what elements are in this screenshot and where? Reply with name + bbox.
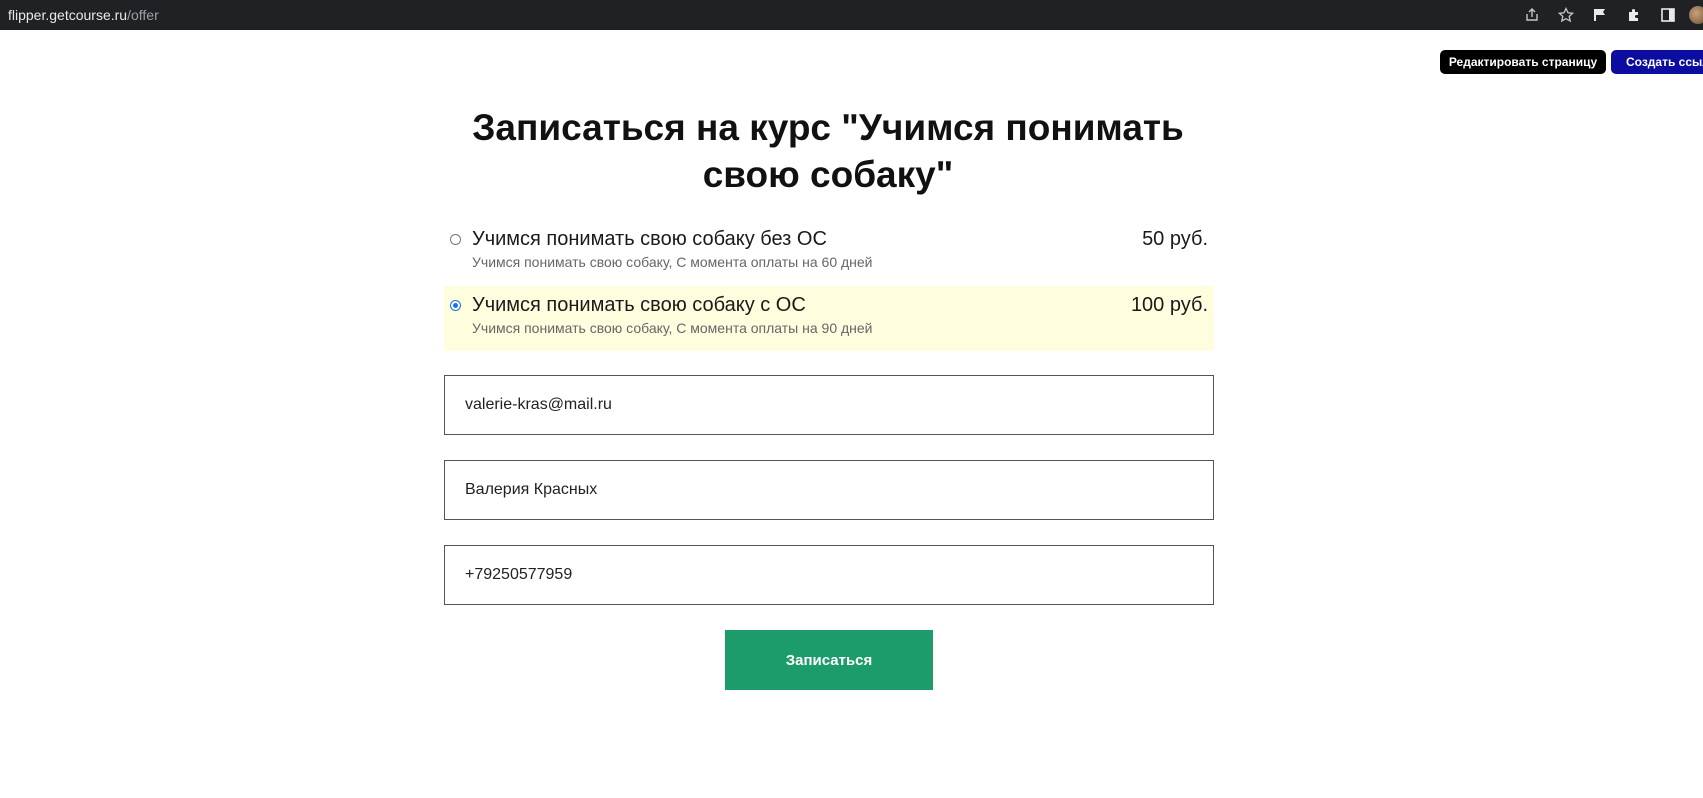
offer-2-name: Учимся понимать свою собаку с ОС [472, 293, 806, 316]
offer-option-1[interactable]: Учимся понимать свою собаку без ОС 50 ру… [444, 220, 1214, 283]
offer-1-radio[interactable] [450, 233, 461, 245]
offer-1-description: Учимся понимать свою собаку, С момента о… [472, 254, 873, 270]
offer-1-price: 50 руб. [1142, 227, 1208, 250]
address-bar[interactable]: flipper.getcourse.ru/offer [8, 7, 159, 23]
browser-actions [1515, 0, 1703, 30]
offer-option-2[interactable]: Учимся понимать свою собаку с ОС 100 руб… [444, 286, 1214, 351]
submit-button[interactable]: Записаться [725, 630, 933, 690]
profile-avatar[interactable] [1685, 0, 1703, 30]
phone-field[interactable]: +79250577959 [444, 545, 1214, 605]
name-field[interactable]: Валерия Красных [444, 460, 1214, 520]
email-field[interactable]: valerie-kras@mail.ru [444, 375, 1214, 435]
offer-2-price: 100 руб. [1130, 293, 1208, 316]
url-path: /offer [127, 7, 159, 23]
side-panel-icon[interactable] [1651, 0, 1685, 30]
url-host: flipper.getcourse.ru [8, 7, 128, 23]
share-icon[interactable] [1515, 0, 1549, 30]
page-title: Записаться на курс "Учимся понимать свою… [472, 107, 1184, 195]
offer-2-radio[interactable] [450, 299, 461, 311]
browser-toolbar: flipper.getcourse.ru/offer [0, 0, 1703, 30]
offer-2-description: Учимся понимать свою собаку, С момента о… [472, 320, 873, 336]
puzzle-icon[interactable] [1617, 0, 1651, 30]
offer-1-name: Учимся понимать свою собаку без ОС [472, 227, 827, 250]
avatar-image [1689, 6, 1703, 24]
flag-extension-icon[interactable] [1583, 0, 1617, 30]
create-link-button[interactable]: Создать ссылку [1611, 50, 1703, 74]
star-icon[interactable] [1549, 0, 1583, 30]
edit-page-button[interactable]: Редактировать страницу [1440, 50, 1606, 74]
